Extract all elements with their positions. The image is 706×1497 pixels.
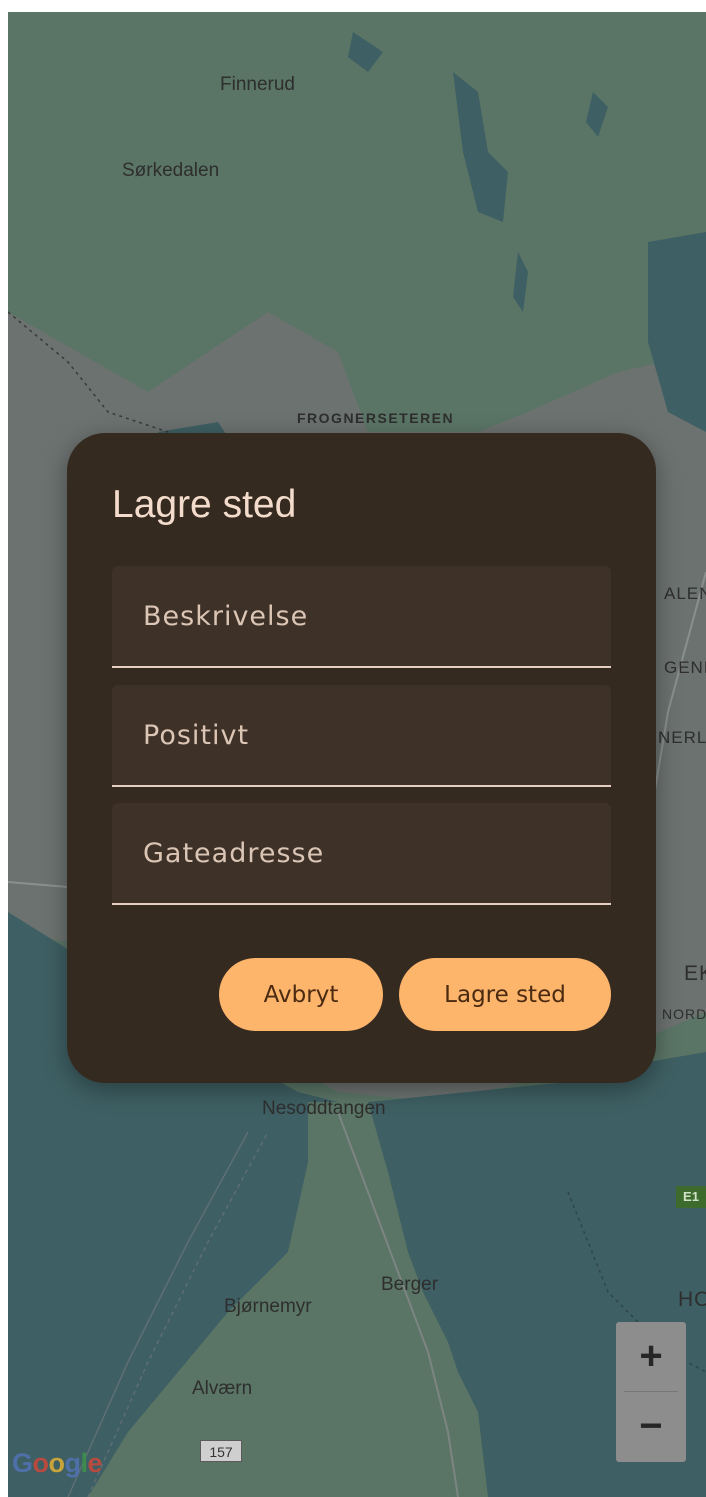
cancel-button[interactable]: Avbryt (219, 958, 383, 1031)
save-place-dialog: Lagre sted Avbryt Lagre sted (67, 433, 656, 1083)
screen: Finnerud Sørkedalen FROGNERSETEREN Nesod… (0, 0, 706, 1497)
address-field-container (112, 803, 611, 905)
positive-field-container (112, 685, 611, 787)
address-input[interactable] (112, 803, 611, 903)
dialog-title: Lagre sted (112, 483, 297, 526)
save-place-button[interactable]: Lagre sted (399, 958, 611, 1031)
description-input[interactable] (112, 566, 611, 666)
positive-input[interactable] (112, 685, 611, 785)
description-field-container (112, 566, 611, 668)
